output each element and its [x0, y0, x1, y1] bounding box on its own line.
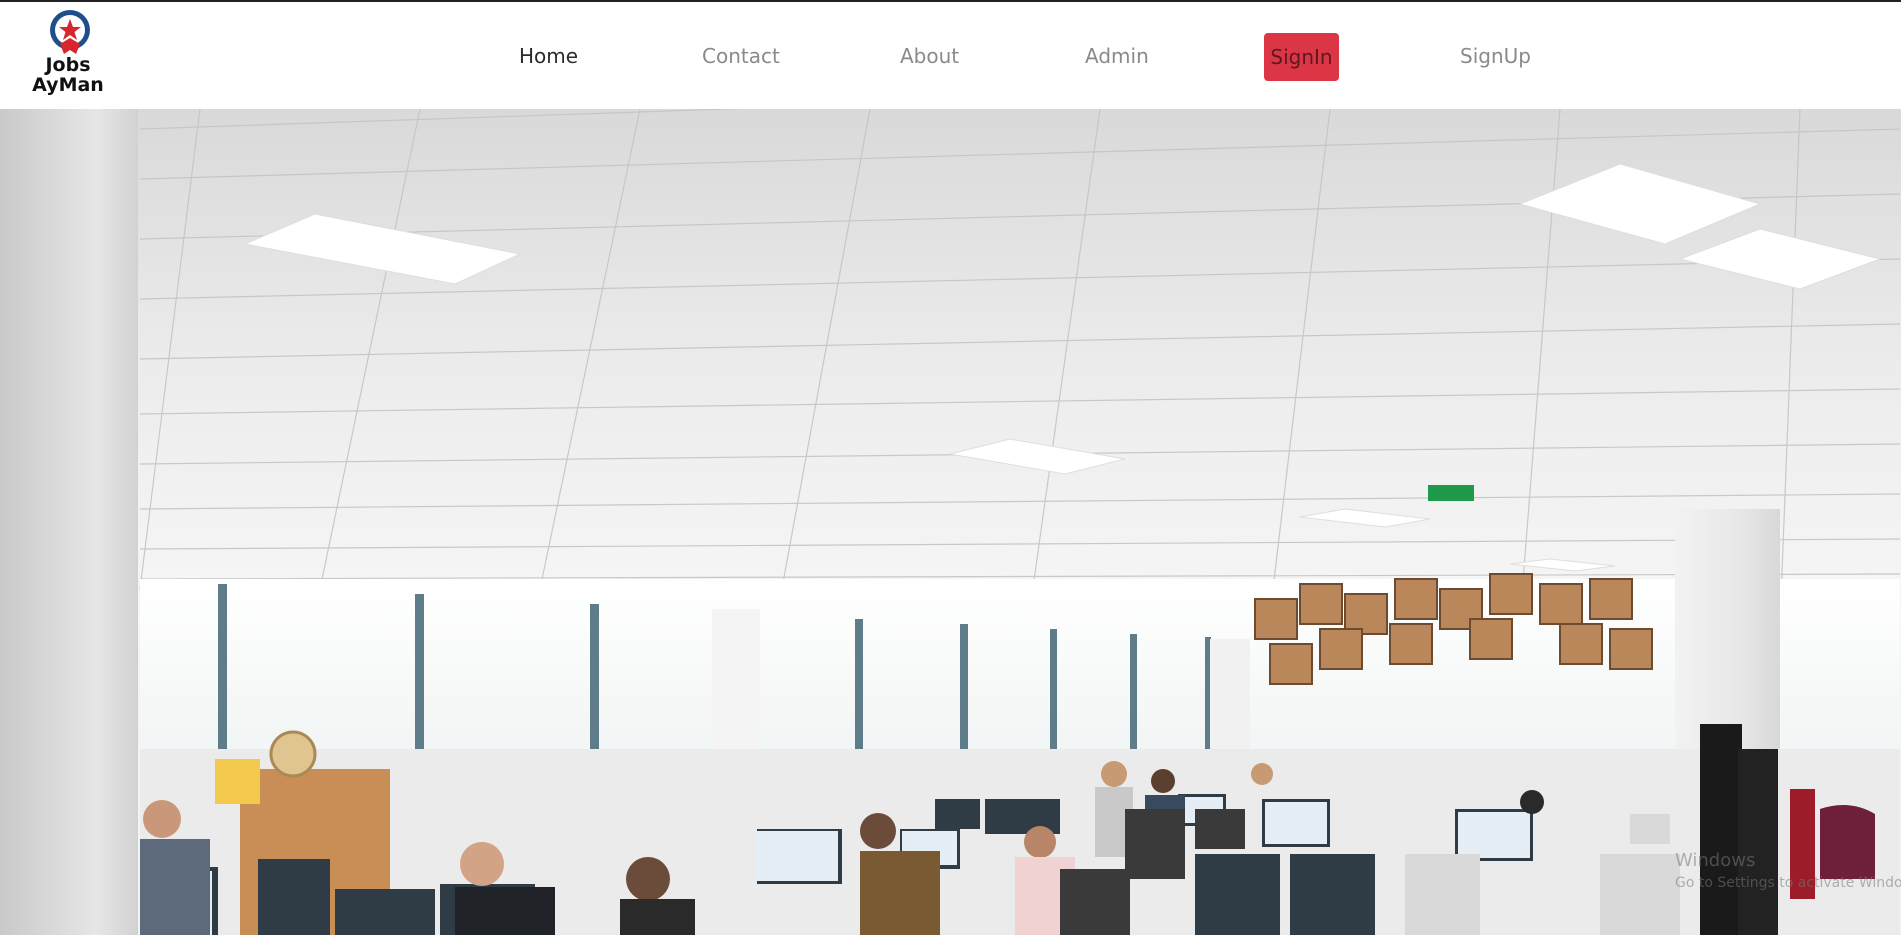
exit-sign-icon [1428, 485, 1474, 501]
nav-signup-link[interactable]: SignUp [1460, 44, 1531, 68]
nav-about-link[interactable]: About [900, 44, 959, 68]
nav-home-link[interactable]: Home [519, 44, 578, 68]
nav-links: Home Contact About Admin SignIn SignUp [0, 2, 1901, 109]
office-photo [0, 109, 1901, 935]
watermark-title: Windows [1675, 850, 1756, 871]
hero-image: Windows Go to Settings to activate Windo… [0, 109, 1901, 935]
navbar: Jobs AyMan Home Contact About Admin Sign… [0, 2, 1901, 109]
watermark-subtitle: Go to Settings to activate Windows. [1675, 875, 1901, 891]
nav-signin-button[interactable]: SignIn [1264, 33, 1339, 81]
nav-contact-link[interactable]: Contact [702, 44, 780, 68]
nav-admin-link[interactable]: Admin [1085, 44, 1149, 68]
windows-activation-watermark: Windows Go to Settings to activate Windo… [1675, 850, 1901, 892]
